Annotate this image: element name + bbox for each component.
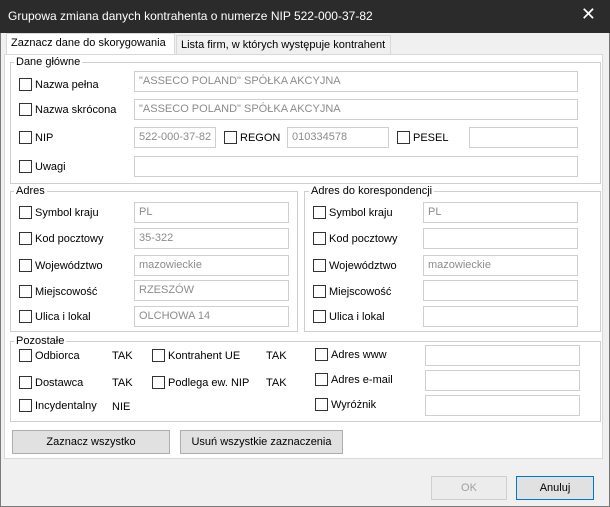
podlega-nip-value: TAK bbox=[266, 377, 287, 389]
podlega-nip-checkbox[interactable] bbox=[152, 376, 165, 389]
window-title: Grupowa zmiana danych kontrahenta o nume… bbox=[8, 9, 373, 23]
addr-country-field[interactable]: PL bbox=[134, 202, 289, 223]
cancel-button[interactable]: Anuluj bbox=[516, 476, 594, 500]
addr-province-label: Województwo bbox=[35, 260, 103, 272]
ok-button[interactable]: OK bbox=[431, 476, 507, 500]
addr-province-checkbox[interactable] bbox=[19, 259, 32, 272]
wyroznik-label: Wyróżnik bbox=[331, 399, 377, 411]
clear-all-button[interactable]: Usuń wszystkie zaznaczenia bbox=[180, 430, 343, 454]
tab-company-list[interactable]: Lista firm, w których występuje kontrahe… bbox=[176, 35, 391, 55]
nip-field[interactable]: 522-000-37-82 bbox=[134, 127, 216, 148]
addr-city-checkbox[interactable] bbox=[19, 285, 32, 298]
incydentalny-label: Incydentalny bbox=[35, 400, 97, 412]
adres-email-field[interactable] bbox=[425, 370, 580, 391]
adres-www-label: Adres www bbox=[331, 349, 387, 361]
podlega-nip-label: Podlega ew. NIP bbox=[168, 377, 250, 389]
odbiorca-checkbox[interactable] bbox=[19, 349, 32, 362]
adres-www-checkbox[interactable] bbox=[315, 348, 328, 361]
kontrahent-ue-checkbox[interactable] bbox=[152, 349, 165, 362]
title-bar: Grupowa zmiana danych kontrahenta o nume… bbox=[0, 0, 610, 33]
uwagi-checkbox[interactable] bbox=[19, 160, 32, 173]
incydentalny-value: NIE bbox=[112, 401, 131, 413]
uwagi-field[interactable] bbox=[134, 156, 578, 177]
wyroznik-field[interactable] bbox=[425, 395, 580, 416]
corr-city-label: Miejscowość bbox=[329, 286, 392, 298]
pesel-field[interactable] bbox=[469, 127, 578, 148]
regon-checkbox[interactable] bbox=[224, 131, 237, 144]
kontrahent-ue-value: TAK bbox=[266, 350, 287, 362]
addr-postcode-label: Kod pocztowy bbox=[35, 233, 104, 245]
addr-postcode-field[interactable]: 35-322 bbox=[134, 228, 289, 249]
odbiorca-label: Odbiorca bbox=[35, 350, 80, 362]
uwagi-label: Uwagi bbox=[35, 161, 66, 173]
regon-field[interactable]: 010334578 bbox=[287, 127, 389, 148]
address-legend: Adres bbox=[14, 185, 47, 197]
addr-province-field[interactable]: mazowieckie bbox=[134, 255, 289, 276]
addr-country-checkbox[interactable] bbox=[19, 206, 32, 219]
nazwa-pelna-field[interactable]: "ASSECO POLAND" SPÓŁKA AKCYJNA bbox=[134, 71, 578, 92]
incydentalny-checkbox[interactable] bbox=[19, 399, 32, 412]
dostawca-value: TAK bbox=[112, 377, 133, 389]
dostawca-label: Dostawca bbox=[35, 377, 84, 389]
adres-email-checkbox[interactable] bbox=[315, 373, 328, 386]
nazwa-pelna-checkbox[interactable] bbox=[19, 78, 32, 91]
pesel-checkbox[interactable] bbox=[397, 131, 410, 144]
corr-country-label: Symbol kraju bbox=[329, 207, 393, 219]
correspondence-legend: Adres do korespondencji bbox=[309, 185, 435, 197]
corr-street-field[interactable] bbox=[423, 306, 578, 327]
corr-country-field[interactable]: PL bbox=[423, 202, 578, 223]
corr-province-checkbox[interactable] bbox=[313, 259, 326, 272]
wyroznik-checkbox[interactable] bbox=[315, 398, 328, 411]
addr-street-checkbox[interactable] bbox=[19, 310, 32, 323]
other-legend: Pozostałe bbox=[14, 335, 67, 347]
nip-label: NIP bbox=[35, 132, 54, 144]
odbiorca-value: TAK bbox=[112, 350, 133, 362]
nip-checkbox[interactable] bbox=[19, 131, 32, 144]
tab-select-data[interactable]: Zaznacz dane do skorygowania bbox=[6, 33, 175, 55]
addr-street-field[interactable]: OLCHOWA 14 bbox=[134, 306, 289, 327]
corr-street-checkbox[interactable] bbox=[313, 310, 326, 323]
corr-postcode-label: Kod pocztowy bbox=[329, 233, 398, 245]
adres-email-label: Adres e-mail bbox=[331, 374, 393, 386]
main-data-legend: Dane główne bbox=[14, 56, 83, 68]
addr-postcode-checkbox[interactable] bbox=[19, 232, 32, 245]
regon-label: REGON bbox=[240, 132, 281, 144]
adres-www-field[interactable] bbox=[425, 345, 580, 366]
corr-province-field[interactable]: mazowieckie bbox=[423, 255, 578, 276]
addr-city-field[interactable]: RZESZÓW bbox=[134, 280, 289, 301]
select-all-button[interactable]: Zaznacz wszystko bbox=[12, 430, 170, 454]
corr-city-field[interactable] bbox=[423, 280, 578, 301]
nazwa-skrocona-label: Nazwa skrócona bbox=[35, 104, 117, 116]
kontrahent-ue-label: Kontrahent UE bbox=[168, 350, 241, 362]
corr-street-label: Ulica i lokal bbox=[329, 311, 385, 323]
dostawca-checkbox[interactable] bbox=[19, 376, 32, 389]
corr-city-checkbox[interactable] bbox=[313, 285, 326, 298]
corr-province-label: Województwo bbox=[329, 260, 397, 272]
addr-city-label: Miejscowość bbox=[35, 286, 98, 298]
nazwa-skrocona-field[interactable]: "ASSECO POLAND" SPÓŁKA AKCYJNA bbox=[134, 99, 578, 120]
nazwa-pelna-label: Nazwa pełna bbox=[35, 79, 99, 91]
close-icon[interactable]: ✕ bbox=[581, 4, 596, 24]
nazwa-skrocona-checkbox[interactable] bbox=[19, 103, 32, 116]
pesel-label: PESEL bbox=[413, 132, 449, 144]
addr-street-label: Ulica i lokal bbox=[35, 311, 91, 323]
corr-country-checkbox[interactable] bbox=[313, 206, 326, 219]
addr-country-label: Symbol kraju bbox=[35, 207, 99, 219]
corr-postcode-checkbox[interactable] bbox=[313, 232, 326, 245]
corr-postcode-field[interactable] bbox=[423, 228, 578, 249]
